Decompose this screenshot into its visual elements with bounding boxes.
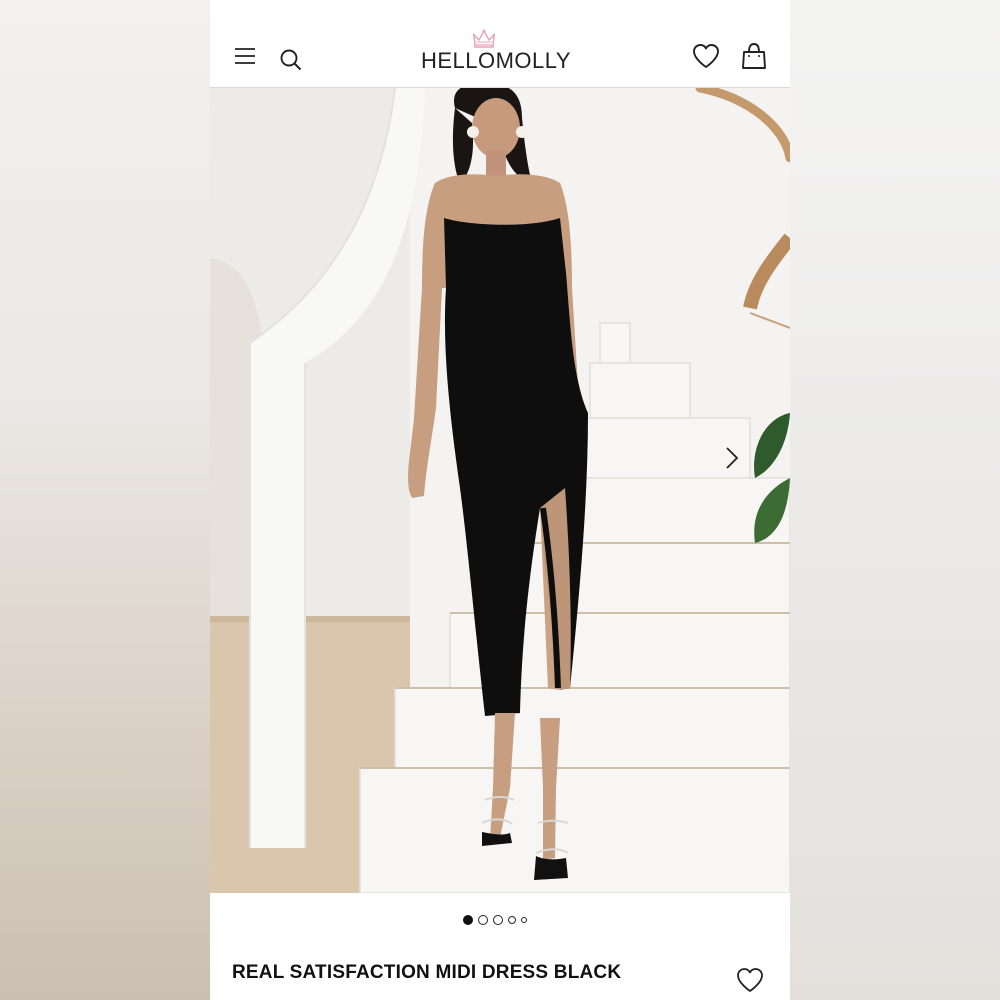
- product-title: REAL SATISFACTION MIDI DRESS BLACK: [232, 962, 622, 983]
- carousel-dot[interactable]: [478, 915, 488, 925]
- carousel-dot[interactable]: [521, 917, 527, 923]
- hamburger-menu-icon: [235, 48, 255, 64]
- menu-button[interactable]: [229, 40, 261, 72]
- search-button[interactable]: [275, 44, 307, 76]
- product-page: HELLOMOLLY REAL SATISFACTION MIDI DRESS …: [210, 0, 790, 1000]
- carousel-dot[interactable]: [493, 915, 503, 925]
- chevron-right-icon: [726, 447, 739, 469]
- carousel-indicator: [463, 914, 527, 926]
- wishlist-button[interactable]: [690, 40, 722, 72]
- next-image-button[interactable]: [720, 444, 744, 472]
- carousel-dot[interactable]: [508, 916, 516, 924]
- brand-logo[interactable]: HELLOMOLLY: [410, 28, 582, 74]
- background-blur-left: [0, 0, 210, 1000]
- heart-icon: [693, 44, 719, 68]
- search-icon: [280, 49, 302, 71]
- product-image[interactable]: [210, 88, 790, 893]
- heart-icon: [737, 968, 763, 992]
- site-header: HELLOMOLLY: [210, 0, 790, 88]
- product-photo: [210, 88, 790, 893]
- crown-icon: [472, 29, 496, 48]
- shopping-bag-button[interactable]: [738, 40, 770, 72]
- brand-name: HELLOMOLLY: [420, 48, 572, 73]
- carousel-dot[interactable]: [463, 915, 473, 925]
- shopping-bag-icon: [742, 43, 766, 69]
- add-to-wishlist-button[interactable]: [734, 964, 766, 996]
- background-blur-right: [790, 0, 1000, 1000]
